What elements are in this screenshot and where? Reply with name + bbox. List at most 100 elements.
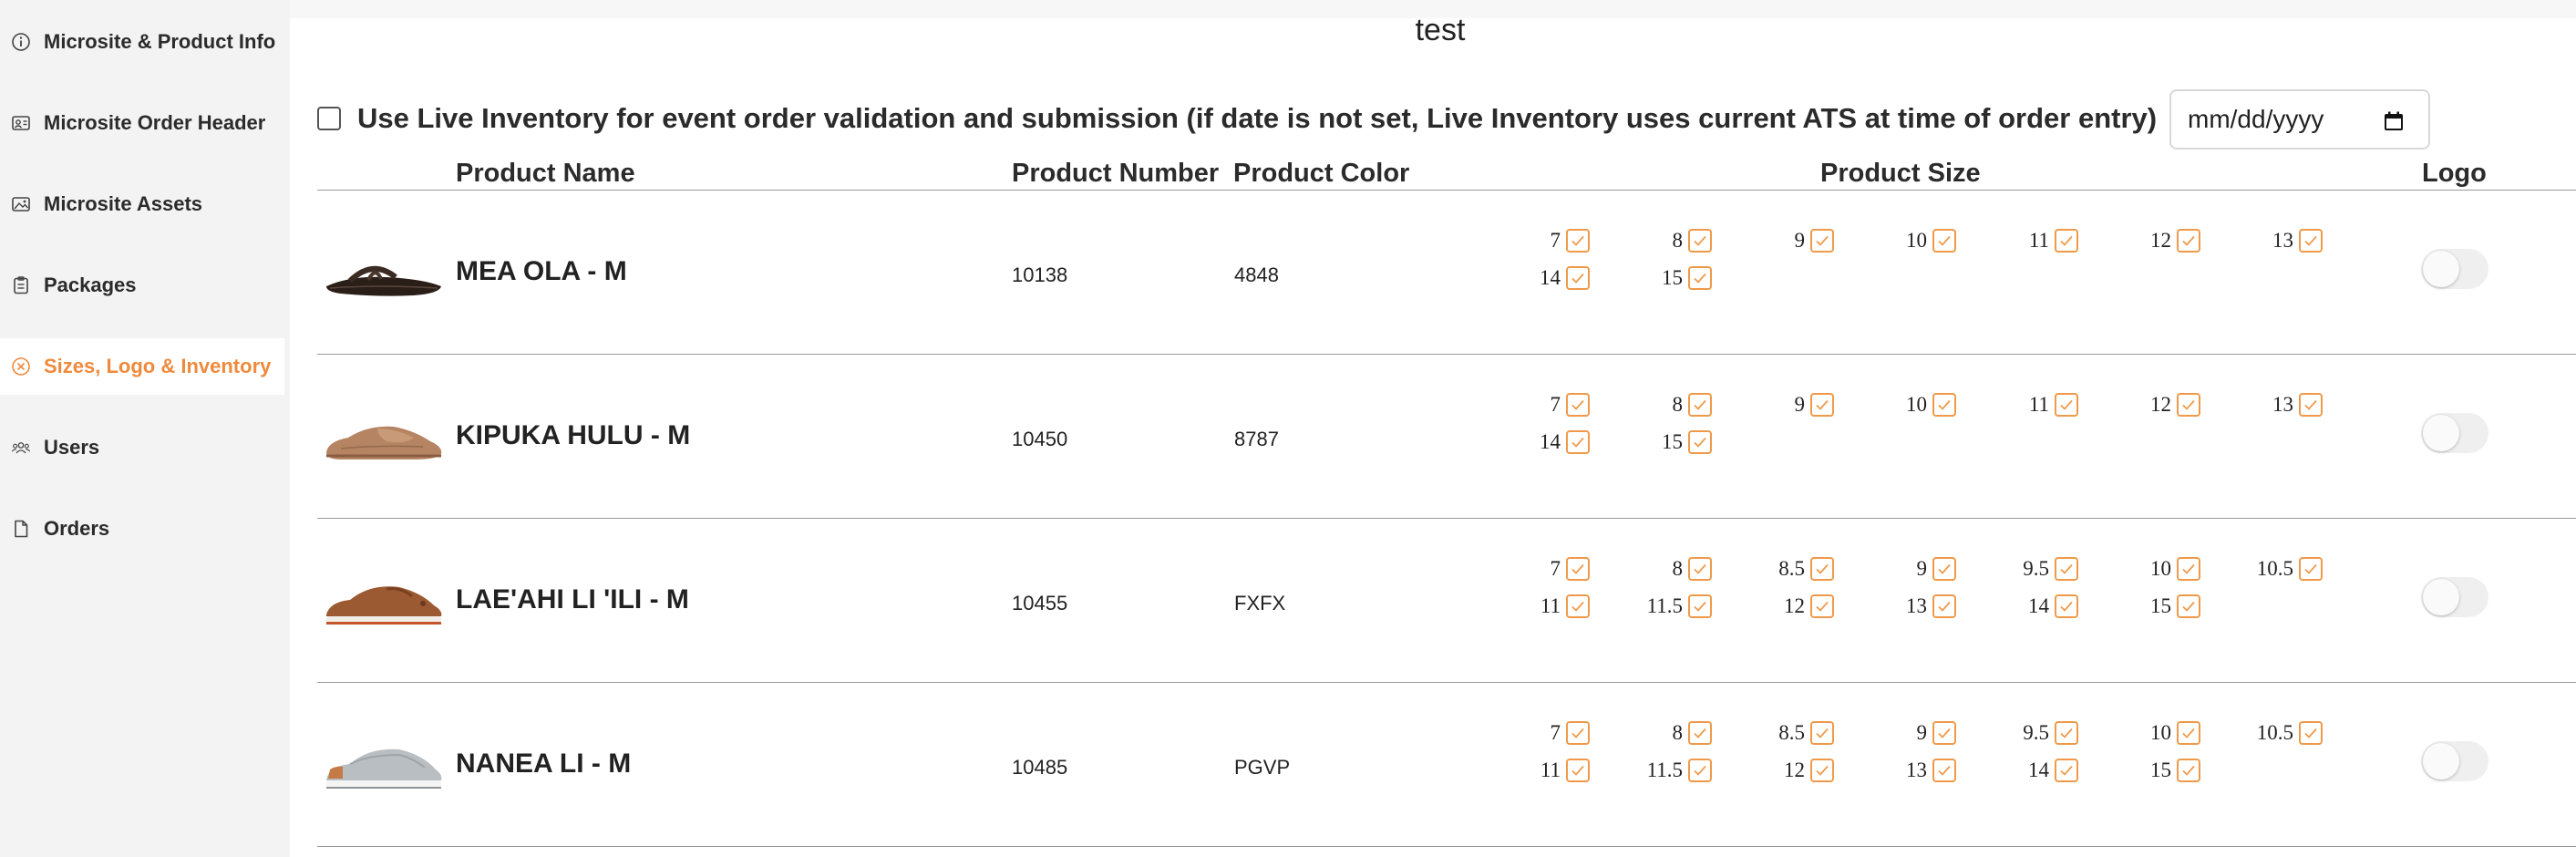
- size-option[interactable]: 11.5: [1590, 757, 1712, 784]
- size-option[interactable]: 9: [1834, 719, 1956, 747]
- size-option[interactable]: 14: [1956, 757, 2078, 784]
- size-checkbox[interactable]: [1688, 229, 1712, 253]
- size-option[interactable]: 13: [2200, 391, 2323, 418]
- size-checkbox[interactable]: [1566, 557, 1590, 581]
- size-checkbox[interactable]: [1688, 430, 1712, 454]
- size-option[interactable]: 15: [1590, 428, 1712, 456]
- size-checkbox[interactable]: [1566, 430, 1590, 454]
- size-option[interactable]: 8: [1590, 227, 1712, 254]
- sidebar-item-microsite-assets[interactable]: Microsite Assets: [0, 176, 284, 232]
- sidebar-item-sizes-logo-inventory[interactable]: Sizes, Logo & Inventory: [0, 338, 284, 395]
- size-checkbox[interactable]: [1566, 721, 1590, 745]
- calendar-icon[interactable]: [2383, 109, 2405, 131]
- size-checkbox[interactable]: [2055, 721, 2078, 745]
- sidebar-item-microsite-product-info[interactable]: Microsite & Product Info: [0, 14, 284, 70]
- size-option[interactable]: 11: [1468, 593, 1590, 620]
- size-option[interactable]: 10.5: [2200, 555, 2323, 583]
- size-checkbox[interactable]: [2055, 229, 2078, 253]
- size-option[interactable]: 14: [1468, 264, 1590, 292]
- size-option[interactable]: 14: [1956, 593, 2078, 620]
- size-option[interactable]: 12: [1712, 757, 1834, 784]
- size-option[interactable]: 10: [2078, 555, 2200, 583]
- size-checkbox[interactable]: [1566, 594, 1590, 618]
- size-checkbox[interactable]: [2055, 557, 2078, 581]
- size-checkbox[interactable]: [1932, 229, 1956, 253]
- size-option[interactable]: 9.5: [1956, 719, 2078, 747]
- size-option[interactable]: 10: [1834, 227, 1956, 254]
- size-option[interactable]: 9: [1712, 391, 1834, 418]
- size-checkbox[interactable]: [1932, 594, 1956, 618]
- logo-toggle[interactable]: [2421, 249, 2488, 289]
- sidebar-item-orders[interactable]: Orders: [0, 501, 284, 557]
- size-option[interactable]: 11.5: [1590, 593, 1712, 620]
- size-option[interactable]: 7: [1468, 719, 1590, 747]
- size-option[interactable]: 10.5: [2200, 719, 2323, 747]
- size-checkbox[interactable]: [1566, 266, 1590, 290]
- size-option[interactable]: 14: [1468, 428, 1590, 456]
- size-checkbox[interactable]: [2177, 229, 2200, 253]
- size-option[interactable]: 11: [1956, 227, 2078, 254]
- size-checkbox[interactable]: [2299, 721, 2323, 745]
- sidebar-item-microsite-order-header[interactable]: Microsite Order Header: [0, 95, 284, 151]
- logo-toggle[interactable]: [2421, 741, 2488, 781]
- size-checkbox[interactable]: [2055, 393, 2078, 417]
- size-checkbox[interactable]: [2177, 393, 2200, 417]
- size-checkbox[interactable]: [2055, 594, 2078, 618]
- size-checkbox[interactable]: [1566, 393, 1590, 417]
- size-checkbox[interactable]: [1688, 393, 1712, 417]
- size-option[interactable]: 10: [2078, 719, 2200, 747]
- size-checkbox[interactable]: [2177, 759, 2200, 782]
- size-option[interactable]: 9: [1712, 227, 1834, 254]
- size-option[interactable]: 7: [1468, 227, 1590, 254]
- size-option[interactable]: 7: [1468, 555, 1590, 583]
- size-checkbox[interactable]: [1566, 759, 1590, 782]
- live-inventory-checkbox[interactable]: [317, 107, 341, 130]
- size-checkbox[interactable]: [1810, 557, 1834, 581]
- size-option[interactable]: 12: [2078, 227, 2200, 254]
- size-option[interactable]: 10: [1834, 391, 1956, 418]
- size-checkbox[interactable]: [1932, 721, 1956, 745]
- size-checkbox[interactable]: [1566, 229, 1590, 253]
- size-checkbox[interactable]: [1810, 393, 1834, 417]
- size-checkbox[interactable]: [1810, 229, 1834, 253]
- size-checkbox[interactable]: [1810, 594, 1834, 618]
- size-checkbox[interactable]: [1932, 759, 1956, 782]
- size-checkbox[interactable]: [1688, 759, 1712, 782]
- size-option[interactable]: 11: [1956, 391, 2078, 418]
- size-checkbox[interactable]: [2299, 229, 2323, 253]
- size-option[interactable]: 15: [1590, 264, 1712, 292]
- size-option[interactable]: 9: [1834, 555, 1956, 583]
- inventory-date-input[interactable]: mm/dd/yyyy: [2169, 89, 2430, 150]
- size-checkbox[interactable]: [1688, 721, 1712, 745]
- size-checkbox[interactable]: [1688, 594, 1712, 618]
- size-checkbox[interactable]: [1932, 393, 1956, 417]
- size-option[interactable]: 8: [1590, 555, 1712, 583]
- sidebar-item-packages[interactable]: Packages: [0, 257, 284, 314]
- sidebar-item-users[interactable]: Users: [0, 419, 284, 476]
- size-checkbox[interactable]: [2177, 721, 2200, 745]
- size-option[interactable]: 15: [2078, 593, 2200, 620]
- size-checkbox[interactable]: [2177, 594, 2200, 618]
- size-checkbox[interactable]: [1932, 557, 1956, 581]
- size-checkbox[interactable]: [2299, 557, 2323, 581]
- size-option[interactable]: 8.5: [1712, 555, 1834, 583]
- size-option[interactable]: 8.5: [1712, 719, 1834, 747]
- size-option[interactable]: 13: [2200, 227, 2323, 254]
- size-option[interactable]: 12: [1712, 593, 1834, 620]
- size-checkbox[interactable]: [2177, 557, 2200, 581]
- size-option[interactable]: 13: [1834, 757, 1956, 784]
- size-checkbox[interactable]: [1688, 266, 1712, 290]
- size-option[interactable]: 15: [2078, 757, 2200, 784]
- logo-toggle[interactable]: [2421, 577, 2488, 617]
- logo-toggle[interactable]: [2421, 413, 2488, 453]
- size-checkbox[interactable]: [2055, 759, 2078, 782]
- size-option[interactable]: 7: [1468, 391, 1590, 418]
- size-checkbox[interactable]: [1810, 759, 1834, 782]
- size-option[interactable]: 8: [1590, 391, 1712, 418]
- size-option[interactable]: 12: [2078, 391, 2200, 418]
- size-option[interactable]: 13: [1834, 593, 1956, 620]
- size-checkbox[interactable]: [2299, 393, 2323, 417]
- size-checkbox[interactable]: [1688, 557, 1712, 581]
- size-option[interactable]: 9.5: [1956, 555, 2078, 583]
- size-option[interactable]: 8: [1590, 719, 1712, 747]
